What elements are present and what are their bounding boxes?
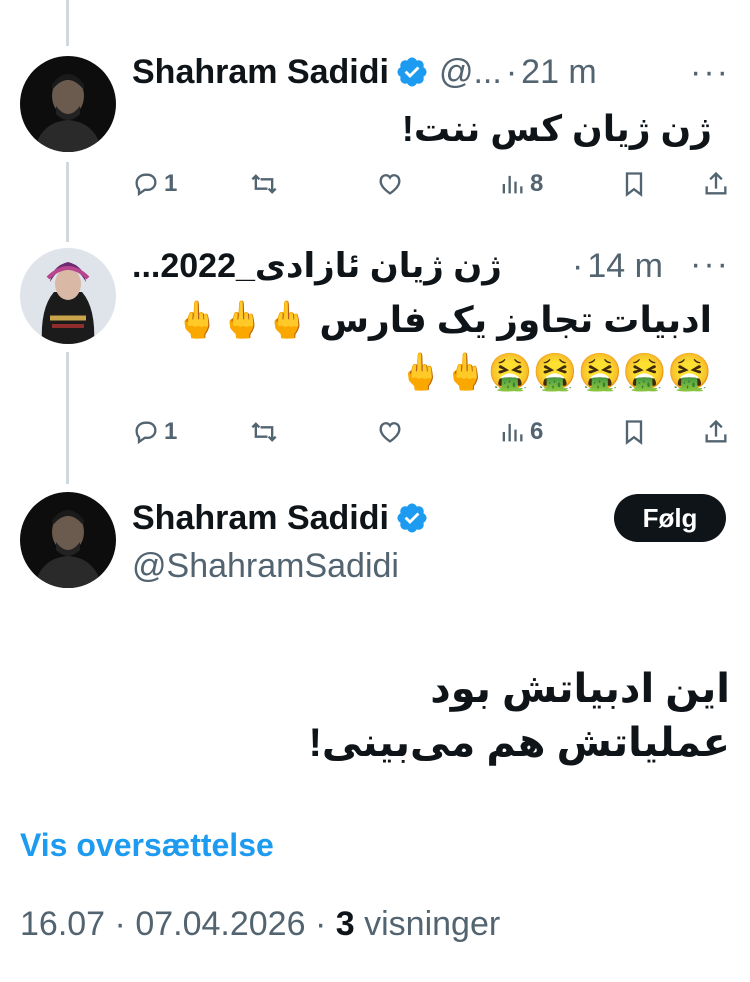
main-header: Shahram Sadidi xyxy=(132,498,429,538)
tweet1-header: Shahram Sadidi @... · 21 m xyxy=(132,52,597,92)
tweet2-separator: · xyxy=(572,247,584,285)
main-handle-row: @ShahramSadidi xyxy=(132,546,399,586)
main-text-line1: این ادبیاتش بود xyxy=(430,667,730,711)
tweet1-reply-button[interactable]: 1 xyxy=(132,170,177,198)
tweet2-views-button[interactable]: 6 xyxy=(498,418,543,446)
follow-button[interactable]: Følg xyxy=(614,494,726,542)
tweet-metadata: 16.07 · 07.04.2026 · 3 visninger xyxy=(20,905,501,943)
tweet1-actions: 1 8 xyxy=(132,170,730,210)
thread-line-1 xyxy=(66,162,69,242)
views-icon xyxy=(502,175,523,194)
share-icon xyxy=(705,419,727,443)
tweet1-like-button[interactable] xyxy=(376,170,408,198)
thread-line-top xyxy=(66,0,69,46)
tweet2-reply-count: 1 xyxy=(164,418,178,445)
verified-badge-icon xyxy=(397,503,427,533)
tweet2-retweet-button[interactable] xyxy=(250,418,282,446)
verified-badge-icon xyxy=(397,57,427,87)
tweet1-reply-count: 1 xyxy=(164,170,178,197)
tweet2-bookmark-button[interactable] xyxy=(620,418,648,446)
tweet1-text: ژن ژیان کس ننت! xyxy=(401,108,712,149)
tweet2-views-count: 6 xyxy=(530,418,544,445)
tweet2-time[interactable]: 14 m xyxy=(587,246,663,286)
views-count: 3 xyxy=(335,905,355,943)
main-text-line2: عملیاتش هم می‌بینی! xyxy=(308,721,730,765)
tweet2-author-name[interactable]: ژن ژیان ئازادی_2022... xyxy=(132,246,558,286)
reply-icon xyxy=(135,421,157,445)
tweet1-views-button[interactable]: 8 xyxy=(498,170,543,198)
retweet-icon xyxy=(251,422,277,442)
tweet2-reply-button[interactable]: 1 xyxy=(132,418,177,446)
more-icon[interactable]: ··· xyxy=(690,55,730,89)
share-icon xyxy=(705,171,727,195)
tweet2-header: ژن ژیان ئازادی_2022... · 14 m xyxy=(132,246,663,286)
bookmark-icon xyxy=(625,420,643,445)
translate-link[interactable]: Vis oversættelse xyxy=(20,827,274,864)
reply-icon xyxy=(135,173,157,197)
post-time[interactable]: 16.07 xyxy=(20,905,105,943)
tweet1-bookmark-button[interactable] xyxy=(620,170,648,198)
like-icon xyxy=(379,422,401,443)
tweet2-text-line2: 🤮🤮🤮🤮🤮🖕🖕 xyxy=(398,351,712,392)
tweet1-handle[interactable]: @... xyxy=(439,52,502,92)
bookmark-icon xyxy=(625,172,643,197)
retweet-icon xyxy=(251,174,277,194)
tweet2-actions: 1 6 xyxy=(132,418,730,458)
thread-line-2 xyxy=(66,352,69,484)
views-label: visninger xyxy=(364,905,501,943)
tweet2-share-button[interactable] xyxy=(702,418,730,446)
more-icon[interactable]: ··· xyxy=(690,247,730,281)
post-date[interactable]: 07.04.2026 xyxy=(135,905,305,943)
avatar-shahram-1[interactable] xyxy=(20,56,116,152)
tweet1-retweet-button[interactable] xyxy=(250,170,282,198)
tweet1-time[interactable]: 21 m xyxy=(521,52,597,92)
tweet2-like-button[interactable] xyxy=(376,418,408,446)
tweet1-views-count: 8 xyxy=(530,170,544,197)
main-handle[interactable]: @ShahramSadidi xyxy=(132,546,399,586)
tweet2-text-line1: ادبیات تجاوز یک فارس 🖕🖕🖕 xyxy=(174,299,712,340)
avatar-tweet2[interactable] xyxy=(20,248,116,344)
like-icon xyxy=(379,174,401,195)
tweet1-separator: · xyxy=(505,53,518,91)
views-icon xyxy=(502,423,523,442)
main-author-name[interactable]: Shahram Sadidi xyxy=(132,498,389,538)
avatar-shahram-main[interactable] xyxy=(20,492,116,588)
tweet1-share-button[interactable] xyxy=(702,170,730,198)
tweet1-author-name[interactable]: Shahram Sadidi xyxy=(132,52,389,92)
